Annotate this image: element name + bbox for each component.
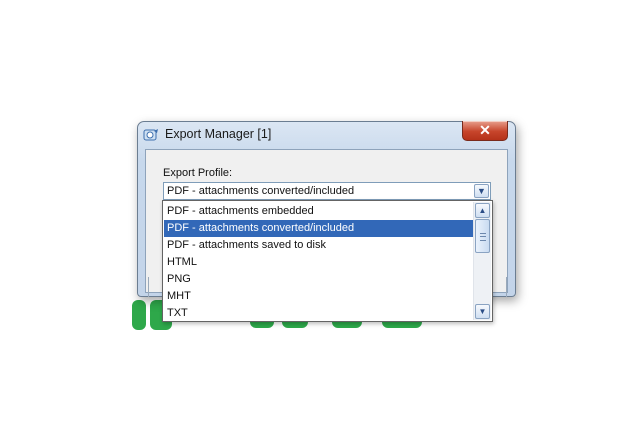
- partial-button-left[interactable]: [148, 277, 159, 297]
- dropdown-arrow-button[interactable]: ▼: [474, 184, 489, 198]
- export-manager-icon: [143, 129, 158, 141]
- dropdown-scrollbar[interactable]: ▲ ▼: [473, 202, 491, 320]
- option-png[interactable]: PNG: [164, 271, 475, 288]
- export-profile-label: Export Profile:: [163, 167, 233, 179]
- chevron-down-icon: ▼: [478, 307, 487, 316]
- scroll-down-button[interactable]: ▼: [475, 304, 490, 319]
- scrollbar-thumb[interactable]: [475, 219, 490, 253]
- chevron-up-icon: ▲: [478, 206, 487, 215]
- option-pdf-embedded[interactable]: PDF - attachments embedded: [164, 203, 475, 220]
- dropdown-options: PDF - attachments embedded PDF - attachm…: [164, 203, 475, 322]
- option-pdf-saved-to-disk[interactable]: PDF - attachments saved to disk: [164, 237, 475, 254]
- partial-button-right[interactable]: [496, 277, 507, 297]
- chevron-down-icon: ▼: [477, 186, 486, 196]
- window-title: Export Manager [1]: [165, 127, 272, 141]
- export-profile-combobox[interactable]: PDF - attachments converted/included ▼: [163, 182, 491, 200]
- title-bar[interactable]: Export Manager [1] ✕: [138, 121, 515, 148]
- option-mht[interactable]: MHT: [164, 288, 475, 305]
- export-profile-selected-value: PDF - attachments converted/included: [167, 185, 355, 197]
- close-button[interactable]: ✕: [462, 121, 508, 141]
- close-icon: ✕: [479, 122, 491, 138]
- option-pdf-converted-included[interactable]: PDF - attachments converted/included: [164, 220, 475, 237]
- option-txt[interactable]: TXT: [164, 305, 475, 322]
- scroll-up-button[interactable]: ▲: [475, 203, 490, 218]
- export-profile-dropdown-list: PDF - attachments embedded PDF - attachm…: [162, 200, 493, 322]
- option-html[interactable]: HTML: [164, 254, 475, 271]
- grip-icon: [480, 233, 486, 241]
